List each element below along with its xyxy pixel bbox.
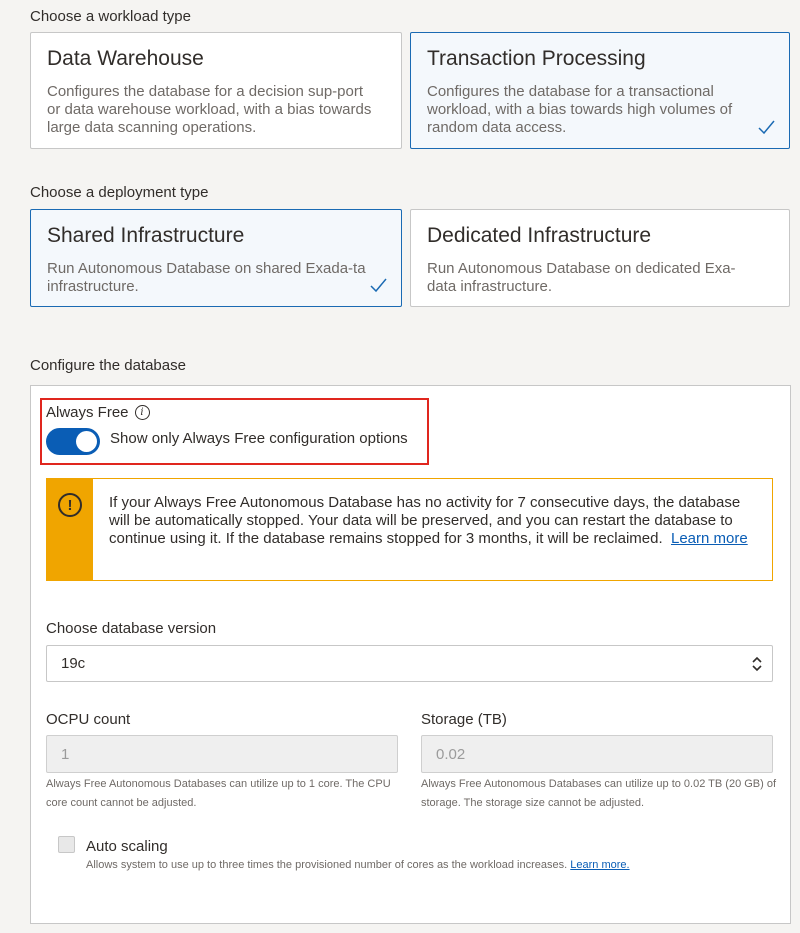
exclamation-icon: ! xyxy=(58,493,82,517)
workload-section-label: Choose a workload type xyxy=(30,8,191,25)
deployment-section-label: Choose a deployment type xyxy=(30,184,209,201)
toggle-knob xyxy=(76,431,97,452)
storage-input: 0.02 xyxy=(421,735,773,773)
always-free-toggle[interactable] xyxy=(46,428,100,455)
storage-help: Always Free Autonomous Databases can uti… xyxy=(421,778,777,809)
checkmark-icon xyxy=(369,276,387,294)
info-icon[interactable]: i xyxy=(134,405,150,420)
db-version-select[interactable]: 19c xyxy=(46,645,773,682)
checkmark-icon xyxy=(757,118,775,136)
ocpu-label: OCPU count xyxy=(46,711,131,728)
workload-option-data-warehouse[interactable]: Data Warehouse Configures the database f… xyxy=(30,32,402,149)
card-description: Configures the database for a decision s… xyxy=(47,83,372,136)
ocpu-help: Always Free Autonomous Databases can uti… xyxy=(46,778,391,809)
ocpu-value: 1 xyxy=(61,745,70,763)
learn-more-link[interactable]: Learn more xyxy=(671,530,748,547)
deployment-option-dedicated[interactable]: Dedicated Infrastructure Run Autonomous … xyxy=(410,209,790,307)
card-title: Shared Infrastructure xyxy=(47,224,245,247)
auto-scaling-learn-more-link[interactable]: Learn more. xyxy=(570,859,629,871)
db-version-value: 19c xyxy=(61,655,86,672)
select-arrows-icon xyxy=(750,655,764,673)
always-free-warning: ! If your Always Free Autonomous Databas… xyxy=(46,478,773,581)
card-title: Data Warehouse xyxy=(47,47,204,70)
db-version-label: Choose database version xyxy=(46,620,217,637)
storage-label: Storage (TB) xyxy=(421,711,507,728)
warning-message: If your Always Free Autonomous Database … xyxy=(109,494,741,547)
card-description: Run Autonomous Database on dedicated Exa… xyxy=(427,260,736,295)
deployment-option-shared[interactable]: Shared Infrastructure Run Autonomous Dat… xyxy=(30,209,402,307)
card-description: Configures the database for a transactio… xyxy=(427,83,733,136)
auto-scaling-checkbox[interactable] xyxy=(58,836,75,853)
always-free-toggle-label: Show only Always Free configuration opti… xyxy=(110,430,408,447)
auto-scaling-help-text: Allows system to use up to three times t… xyxy=(86,859,568,871)
warning-bar: ! xyxy=(47,479,93,580)
storage-value: 0.02 xyxy=(436,745,466,763)
warning-text: If your Always Free Autonomous Database … xyxy=(109,494,759,548)
always-free-text: Always Free xyxy=(46,404,129,421)
configure-section-label: Configure the database xyxy=(30,357,186,374)
card-title: Dedicated Infrastructure xyxy=(427,224,652,247)
workload-option-transaction-processing[interactable]: Transaction Processing Configures the da… xyxy=(410,32,790,149)
card-title: Transaction Processing xyxy=(427,47,646,70)
ocpu-input: 1 xyxy=(46,735,398,773)
auto-scaling-label: Auto scaling xyxy=(86,838,168,855)
card-description: Run Autonomous Database on shared Exada-… xyxy=(47,260,366,295)
always-free-label: Always Free i xyxy=(46,404,150,421)
auto-scaling-help: Allows system to use up to three times t… xyxy=(86,859,630,871)
